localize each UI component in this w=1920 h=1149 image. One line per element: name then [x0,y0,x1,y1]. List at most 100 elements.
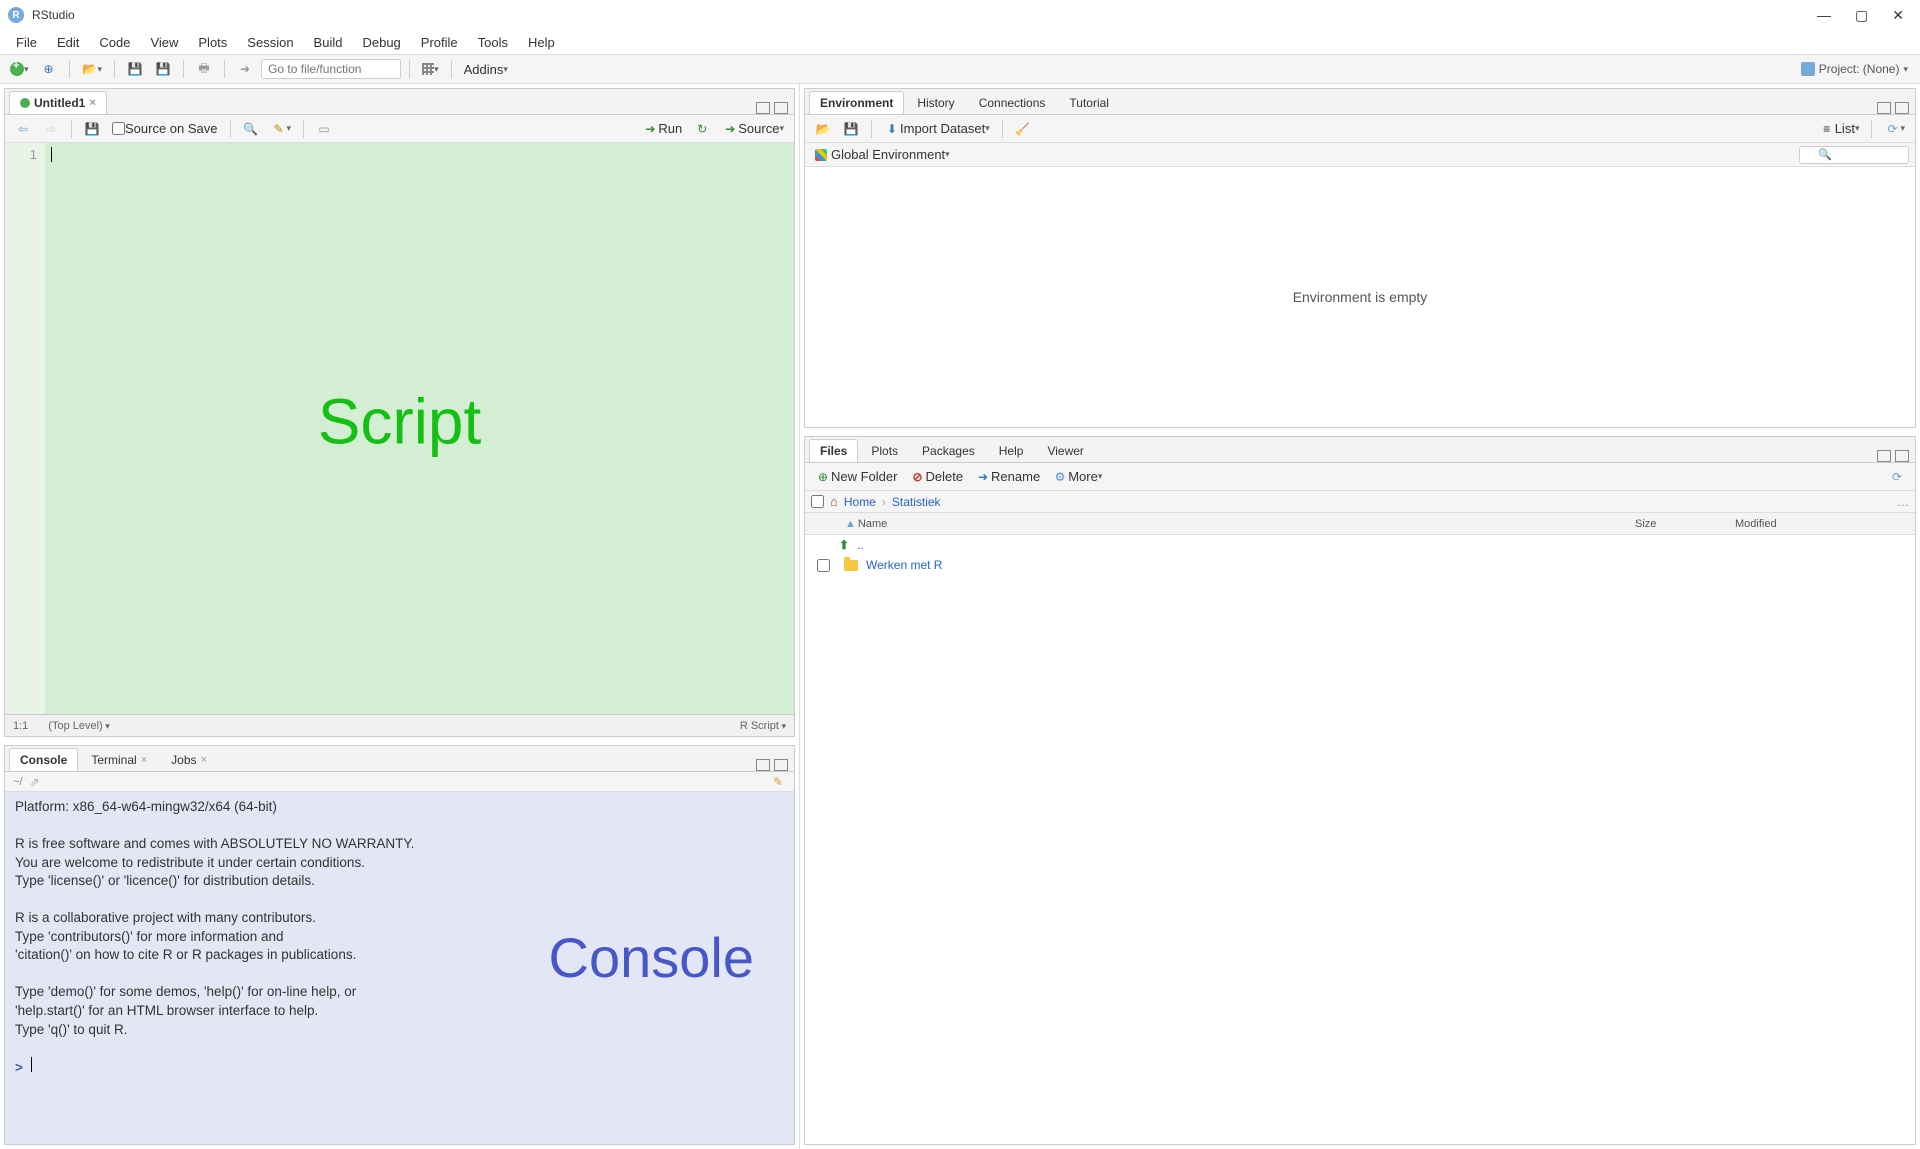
breadcrumb-home[interactable]: Home [844,495,876,509]
console-path-bar: ~/ ⇗ ✎ [5,772,794,792]
maximize-panel-icon[interactable] [1895,450,1909,462]
history-tab[interactable]: History [906,91,965,114]
menu-session[interactable]: Session [237,33,303,52]
load-workspace-button[interactable]: 📂 [811,119,835,139]
open-file-button[interactable]: 📂 [78,59,107,79]
cursor-position: 1:1 [13,720,28,732]
close-jobs-icon[interactable]: × [201,754,207,766]
new-project-button[interactable]: ⊕ [37,59,61,79]
code-tools-button[interactable]: ✎ [267,119,296,139]
run-button[interactable]: ➔ Run [638,119,686,139]
save-workspace-button[interactable]: 💾 [839,119,863,139]
menu-view[interactable]: View [140,33,188,52]
save-script-button[interactable]: 💾 [80,119,104,139]
source-tab[interactable]: Untitled1 × [9,91,107,114]
select-all-checkbox[interactable] [811,495,824,508]
project-menu[interactable]: Project: (None) [1801,62,1914,76]
addins-button[interactable]: Addins [460,60,512,79]
close-tab-icon[interactable]: × [89,97,95,109]
delete-button[interactable]: ⊘ Delete [905,467,967,487]
env-scope-label: Global Environment [831,147,945,162]
breadcrumb-current[interactable]: Statistiek [892,495,941,509]
rerun-button[interactable]: ↻ [690,119,714,139]
file-checkbox[interactable] [817,559,830,572]
packages-tab[interactable]: Packages [911,439,986,462]
save-all-button[interactable]: 💾 [151,59,175,79]
maximize-panel-icon[interactable] [774,759,788,771]
files-tab[interactable]: Files [809,439,858,462]
window-close-icon[interactable]: ✕ [1892,7,1904,24]
scope-picker[interactable]: (Top Level) [48,720,109,732]
clear-console-icon[interactable]: ✎ [770,774,786,790]
maximize-panel-icon[interactable] [1895,102,1909,114]
rename-button[interactable]: ➜ Rename [971,467,1044,487]
menu-tools[interactable]: Tools [468,33,518,52]
new-file-button[interactable] [6,60,33,78]
sort-asc-icon[interactable]: ▲ [845,518,856,530]
separator [1871,120,1872,138]
home-icon[interactable]: ⌂ [830,494,838,509]
viewer-tab[interactable]: Viewer [1036,439,1094,462]
menu-help[interactable]: Help [518,33,565,52]
console-tab[interactable]: Console [9,748,78,771]
minimize-panel-icon[interactable] [1877,450,1891,462]
plots-tab[interactable]: Plots [860,439,909,462]
environment-tab[interactable]: Environment [809,91,904,114]
environment-panel: Environment History Connections Tutorial… [804,88,1916,428]
menu-profile[interactable]: Profile [411,33,468,52]
more-button[interactable]: ⚙ More [1048,467,1106,487]
breadcrumb-more-icon[interactable]: … [1897,495,1909,509]
console-wd-arrow-icon[interactable]: ⇗ [26,774,42,790]
back-button[interactable]: ⇦ [11,119,35,139]
import-dataset-button[interactable]: ⬇ Import Dataset [880,119,994,139]
file-row[interactable]: Werken met R [805,555,1915,575]
panes-button[interactable] [418,61,443,77]
terminal-tab[interactable]: Terminal × [80,748,158,771]
minimize-panel-icon[interactable] [756,102,770,114]
forward-button[interactable]: ⇨ [39,119,63,139]
help-tab[interactable]: Help [988,439,1035,462]
env-scope-picker[interactable]: Global Environment [811,145,954,164]
jobs-tab[interactable]: Jobs × [160,748,218,771]
menu-file[interactable]: File [6,33,47,52]
files-column-header: ▲ Name Size Modified [805,513,1915,535]
connections-tab[interactable]: Connections [968,91,1057,114]
refresh-env-button[interactable]: ⟳ [1880,119,1909,139]
refresh-files-button[interactable]: ⟳ [1885,467,1909,487]
env-search-input[interactable] [1799,146,1909,164]
menu-plots[interactable]: Plots [188,33,237,52]
minimize-panel-icon[interactable] [1877,102,1891,114]
clear-env-button[interactable]: 🧹 [1011,119,1035,139]
find-button[interactable]: 🔍 [239,119,263,139]
maximize-panel-icon[interactable] [774,102,788,114]
file-name[interactable]: Werken met R [866,558,942,572]
view-mode-button[interactable]: ≡ List [1815,119,1864,139]
menu-build[interactable]: Build [304,33,353,52]
print-button[interactable]: 🖶 [192,59,216,79]
compile-report-button[interactable]: ▭ [312,119,336,139]
goto-file-input[interactable] [261,59,401,79]
minimize-panel-icon[interactable] [756,759,770,771]
source-button[interactable]: ➔ Source [718,119,788,139]
window-maximize-icon[interactable]: ▢ [1855,7,1868,24]
new-folder-button[interactable]: ⊕ New Folder [811,467,901,487]
menu-code[interactable]: Code [89,33,140,52]
window-minimize-icon[interactable]: — [1817,7,1831,24]
menu-edit[interactable]: Edit [47,33,89,52]
goto-button[interactable]: ➜ [233,59,257,79]
separator [183,60,184,78]
file-row-parent[interactable]: ⬆ .. [805,535,1915,555]
col-modified-label[interactable]: Modified [1735,518,1915,530]
source-on-save-box[interactable] [112,122,125,135]
close-terminal-icon[interactable]: × [141,754,147,766]
save-button[interactable]: 💾 [123,59,147,79]
editor-area[interactable]: 1 Script [5,143,794,714]
console-output[interactable]: Platform: x86_64-w64-mingw32/x64 (64-bit… [5,792,794,1144]
tutorial-tab[interactable]: Tutorial [1058,91,1120,114]
file-type-picker[interactable]: R Script [740,720,786,732]
col-size-label[interactable]: Size [1635,518,1735,530]
menu-debug[interactable]: Debug [352,33,410,52]
col-name-label[interactable]: Name [858,518,887,530]
source-on-save-checkbox[interactable]: Source on Save [108,119,222,138]
parent-dir-label[interactable]: .. [857,538,864,552]
